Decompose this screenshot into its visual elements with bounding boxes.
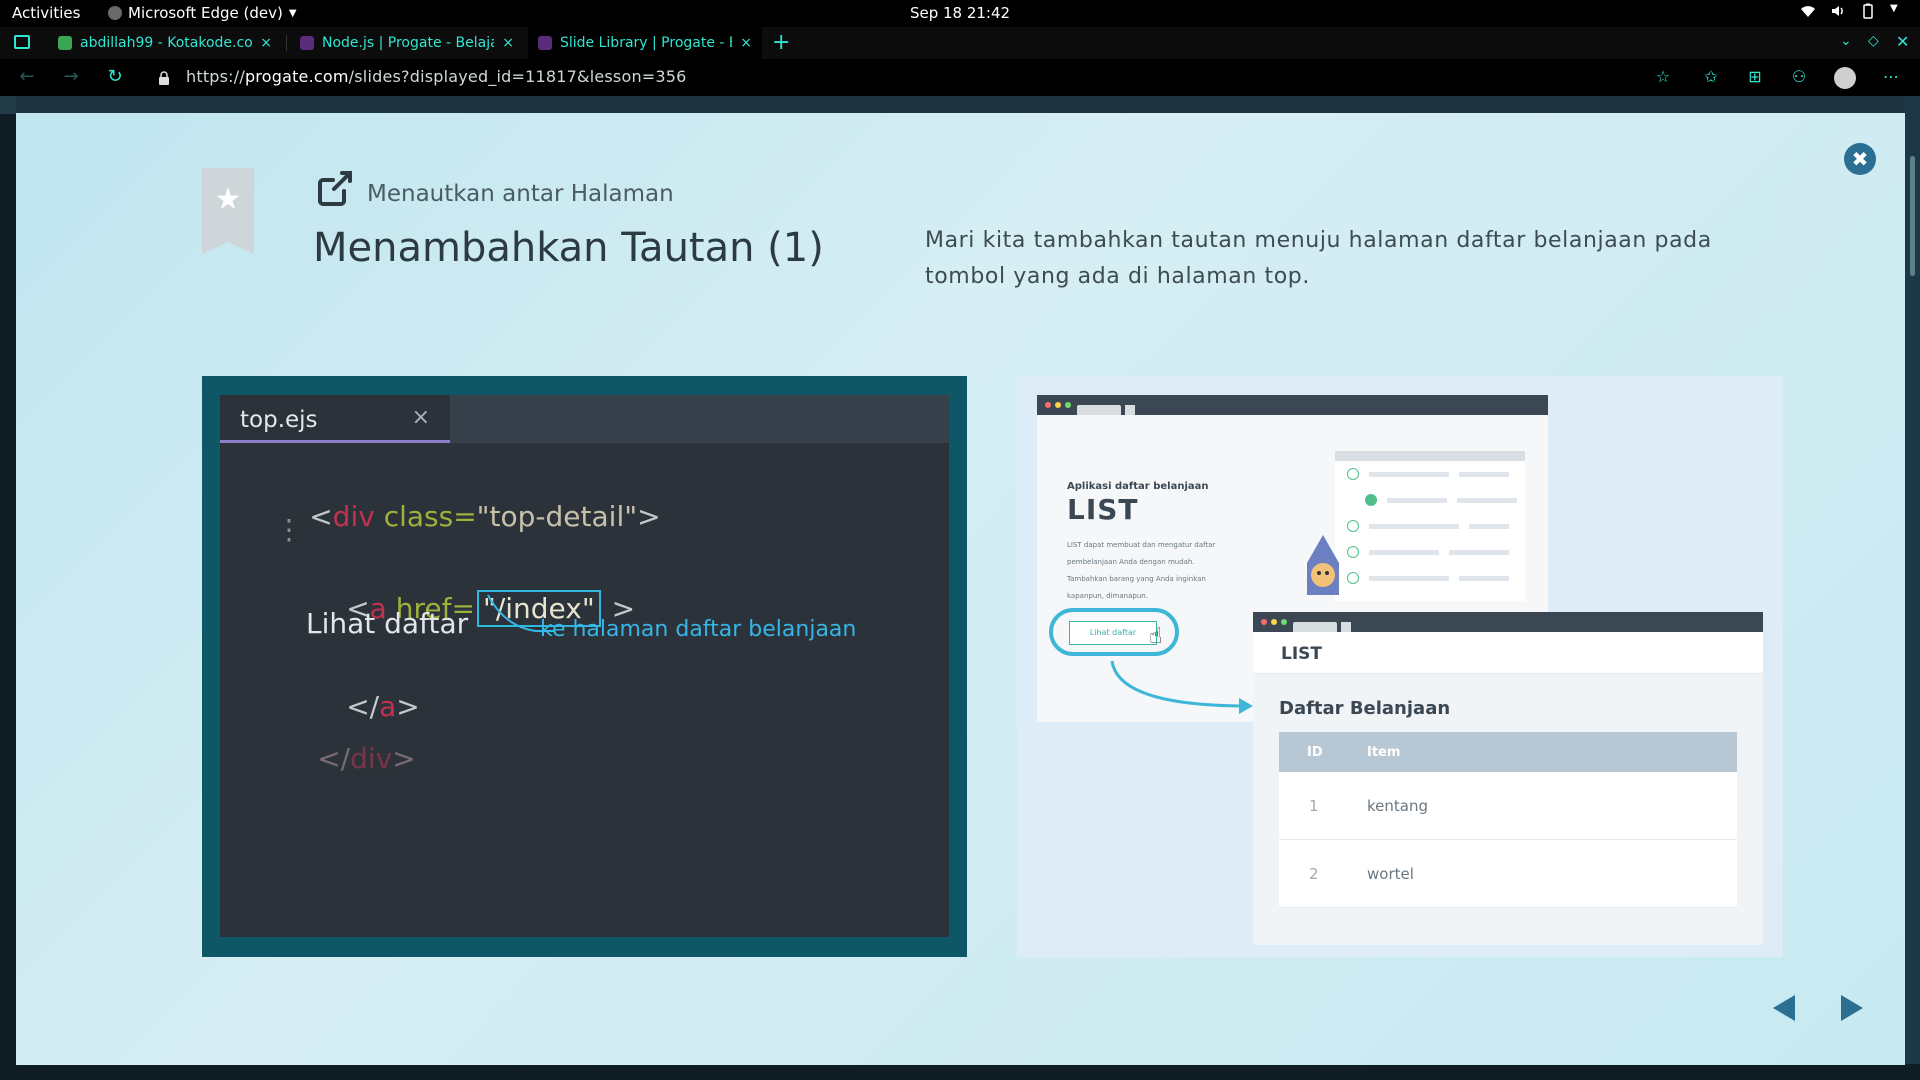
star-icon: ★ (214, 182, 242, 217)
tab-title: abdillah99 - Kotakode.com (80, 35, 253, 51)
tab-title: Node.js | Progate - Belajar (322, 35, 495, 51)
edge-icon (108, 6, 122, 20)
minimize-icon[interactable]: ◇ (1868, 33, 1879, 49)
table-cell-item: wortel (1367, 864, 1414, 883)
system-top-bar: Activities Microsoft Edge (dev) ▼ Sep 18… (0, 0, 1920, 27)
list-page-logo: LIST (1281, 644, 1322, 664)
code-annotation: ke halaman daftar belanjaan (540, 617, 857, 642)
tab-slide-library[interactable]: Slide Library | Progate - Belajar × (528, 27, 762, 59)
app-name: Microsoft Edge (dev) (128, 4, 283, 22)
collections-icon[interactable]: ⊞ (1746, 68, 1764, 86)
tab-divider (286, 35, 287, 51)
table-header-item: Item (1367, 744, 1401, 760)
address-bar: ← → ↻ https://progate.com/slides?display… (0, 59, 1920, 96)
table-cell-id: 2 (1309, 864, 1319, 883)
url-path: /slides?displayed_id=11817&lesson=356 (348, 67, 687, 86)
slide-modal: ★ Menautkan antar Halaman Menambahkan Ta… (16, 113, 1905, 1065)
volume-icon (1830, 3, 1846, 19)
list-page-header (1253, 632, 1763, 674)
window-titlebar (1253, 612, 1763, 632)
close-tab-icon[interactable]: × (502, 35, 514, 51)
chevron-down-icon: ▼ (288, 7, 297, 19)
lock-icon[interactable] (158, 70, 169, 85)
more-menu-icon[interactable]: ⋯ (1882, 68, 1900, 86)
table-header: ID Item (1279, 732, 1737, 772)
table-cell-id: 1 (1309, 796, 1319, 815)
system-tray[interactable]: ▼ (1800, 3, 1906, 19)
clock[interactable]: Sep 18 21:42 (910, 4, 1010, 22)
annotation-connector (487, 594, 554, 632)
code-editor: top.ejs × <div class="top-detail"> ⋮ <a … (220, 395, 949, 937)
kotakode-favicon-icon (58, 36, 72, 50)
lesson-breadcrumb: Menautkan antar Halaman (367, 181, 674, 207)
page-scrollbar[interactable] (1905, 96, 1920, 1080)
add-favorite-icon[interactable]: ☆ (1654, 68, 1672, 86)
tab-actions-icon[interactable] (14, 35, 30, 49)
table-row: 2 wortel (1279, 840, 1737, 908)
code-panel: top.ejs × <div class="top-detail"> ⋮ <a … (202, 376, 967, 957)
bookmark-ribbon[interactable]: ★ (202, 168, 254, 254)
url-scheme: https:// (186, 67, 245, 86)
previous-slide-icon[interactable] (1773, 995, 1795, 1021)
table-row: 1 kentang (1279, 772, 1737, 840)
tab-progate-nodejs[interactable]: Node.js | Progate - Belajar × (290, 27, 524, 59)
page-bottom-edge (0, 1064, 1920, 1080)
progate-favicon-icon (300, 36, 314, 50)
slide-description: Mari kita tambahkan tautan menuju halama… (925, 228, 1712, 289)
new-tab-button[interactable]: + (772, 30, 790, 55)
illustration-panel: Aplikasi daftar belanjaan LIST LIST dapa… (1017, 376, 1783, 957)
external-link-icon (314, 167, 356, 209)
close-window-icon[interactable]: ✕ (1896, 32, 1909, 51)
tab-list-icon[interactable]: ⌄ (1840, 33, 1852, 49)
extensions-icon[interactable]: ⚇ (1790, 68, 1808, 86)
table-cell-item: kentang (1367, 796, 1428, 815)
battery-icon (1860, 3, 1876, 19)
app-menu[interactable]: Microsoft Edge (dev) ▼ (108, 4, 297, 22)
list-page-title: Daftar Belanjaan (1279, 698, 1451, 719)
next-slide-icon[interactable] (1841, 995, 1863, 1021)
close-slide-button[interactable]: ✖ (1844, 143, 1876, 175)
shopping-table: ID Item 1 kentang 2 wortel (1279, 732, 1737, 908)
list-page-window: LIST Daftar Belanjaan ID Item 1 kentang … (1253, 612, 1763, 945)
close-tab-icon[interactable]: × (260, 35, 272, 51)
url-field[interactable]: https://progate.com/slides?displayed_id=… (186, 67, 687, 86)
close-tab-icon[interactable]: × (740, 35, 752, 51)
reload-icon[interactable]: ↻ (104, 66, 126, 88)
forward-icon[interactable]: → (60, 66, 82, 88)
favorites-icon[interactable]: ✩ (1702, 68, 1720, 86)
power-menu-icon: ▼ (1890, 3, 1898, 14)
browser-tab-bar: abdillah99 - Kotakode.com × Node.js | Pr… (0, 27, 1920, 59)
activities-button[interactable]: Activities (12, 4, 80, 22)
tab-title: Slide Library | Progate - Belajar (560, 35, 732, 51)
progate-favicon-icon (538, 36, 552, 50)
tab-kotakode[interactable]: abdillah99 - Kotakode.com × (48, 27, 282, 59)
table-header-id: ID (1307, 744, 1323, 760)
url-host: progate.com (244, 67, 349, 86)
wifi-icon (1800, 3, 1816, 19)
profile-avatar[interactable] (1834, 67, 1856, 89)
slide-title: Menambahkan Tautan (1) (313, 225, 824, 271)
back-icon[interactable]: ← (16, 66, 38, 88)
page-left-edge (0, 96, 16, 1080)
